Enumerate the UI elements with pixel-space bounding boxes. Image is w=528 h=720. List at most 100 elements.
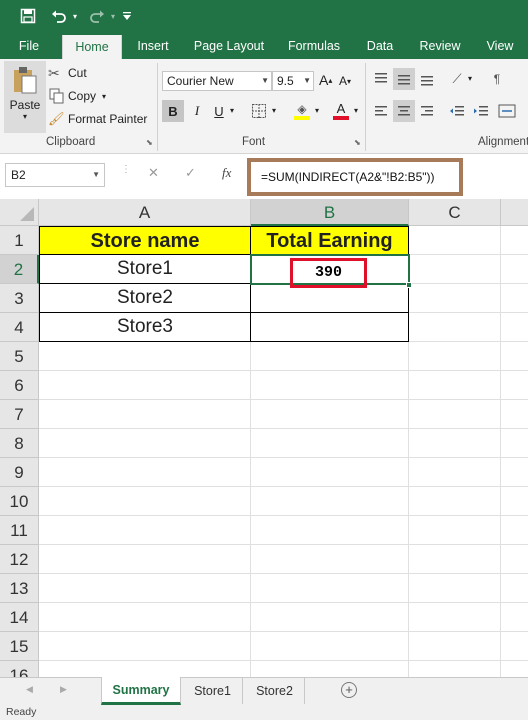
- empty-cell[interactable]: [251, 400, 409, 429]
- empty-cell[interactable]: [39, 400, 251, 429]
- underline-button[interactable]: U: [208, 100, 230, 122]
- row-header-15[interactable]: 15: [0, 632, 39, 661]
- empty-cell[interactable]: [409, 371, 501, 400]
- chevron-down-icon[interactable]: ▾: [315, 106, 319, 115]
- row-header-6[interactable]: 6: [0, 371, 39, 400]
- empty-cell[interactable]: [409, 255, 501, 284]
- chevron-down-icon[interactable]: ▾: [354, 106, 358, 115]
- row-header-12[interactable]: 12: [0, 545, 39, 574]
- tab-formulas[interactable]: Formulas: [282, 33, 346, 59]
- row-header-2[interactable]: 2: [0, 255, 39, 284]
- sheet-tab-store2[interactable]: Store2: [245, 678, 305, 704]
- fill-color-icon[interactable]: ◈: [291, 100, 313, 122]
- row-header-1[interactable]: 1: [0, 226, 39, 255]
- empty-cell[interactable]: [409, 632, 501, 661]
- empty-cell[interactable]: [251, 429, 409, 458]
- increase-font-icon[interactable]: A ▴: [319, 72, 332, 88]
- cell-a4[interactable]: Store3: [39, 313, 251, 342]
- cell-a2[interactable]: Store1: [39, 255, 251, 284]
- empty-cell[interactable]: [409, 284, 501, 313]
- empty-cell[interactable]: [251, 545, 409, 574]
- empty-cell[interactable]: [409, 487, 501, 516]
- empty-cell[interactable]: [501, 603, 528, 632]
- cell-b3[interactable]: [251, 284, 409, 313]
- empty-cell[interactable]: [39, 487, 251, 516]
- empty-cell[interactable]: [409, 429, 501, 458]
- empty-cell[interactable]: [501, 284, 528, 313]
- row-header-14[interactable]: 14: [0, 603, 39, 632]
- tab-insert[interactable]: Insert: [128, 33, 178, 59]
- borders-icon[interactable]: [248, 100, 270, 122]
- empty-cell[interactable]: [501, 371, 528, 400]
- align-right-icon[interactable]: [416, 100, 438, 122]
- increase-indent-icon[interactable]: [470, 100, 492, 122]
- empty-cell[interactable]: [501, 516, 528, 545]
- undo-icon[interactable]: [48, 4, 70, 28]
- select-all-corner[interactable]: [0, 199, 39, 226]
- enter-icon[interactable]: ✓: [185, 165, 196, 181]
- empty-cell[interactable]: [251, 661, 409, 677]
- font-color-icon[interactable]: A: [330, 100, 352, 122]
- column-header-d[interactable]: [501, 199, 528, 226]
- bold-button[interactable]: B: [162, 100, 184, 122]
- empty-cell[interactable]: [501, 574, 528, 603]
- row-header-16[interactable]: 16: [0, 661, 39, 677]
- row-header-7[interactable]: 7: [0, 400, 39, 429]
- tab-page-layout[interactable]: Page Layout: [188, 33, 270, 59]
- row-header-9[interactable]: 9: [0, 458, 39, 487]
- dialog-launcher-icon[interactable]: ⬊: [146, 138, 153, 147]
- redo-icon[interactable]: [86, 4, 108, 28]
- font-size-dropdown[interactable]: 9.5 ▼: [272, 71, 314, 91]
- empty-cell[interactable]: [39, 429, 251, 458]
- dialog-launcher-icon[interactable]: ⬊: [354, 138, 361, 147]
- save-icon[interactable]: [16, 4, 40, 28]
- orientation-icon[interactable]: ⟋: [446, 68, 468, 90]
- scroll-right-icon[interactable]: ▶: [60, 684, 67, 695]
- scroll-left-icon[interactable]: ◀: [26, 684, 33, 695]
- tab-home[interactable]: Home: [62, 35, 122, 59]
- cancel-icon[interactable]: ✕: [148, 165, 159, 181]
- cell-b1[interactable]: Total Earning: [251, 226, 409, 255]
- empty-cell[interactable]: [251, 342, 409, 371]
- add-sheet-icon[interactable]: +: [341, 682, 357, 698]
- formula-input[interactable]: =SUM(INDIRECT(A2&"!B2:B5")): [247, 158, 463, 196]
- empty-cell[interactable]: [409, 313, 501, 342]
- row-header-3[interactable]: 3: [0, 284, 39, 313]
- empty-cell[interactable]: [251, 574, 409, 603]
- align-top-icon[interactable]: [370, 68, 392, 90]
- empty-cell[interactable]: [501, 545, 528, 574]
- decrease-indent-icon[interactable]: [446, 100, 468, 122]
- customize-qat-icon[interactable]: [121, 4, 133, 28]
- empty-cell[interactable]: [409, 458, 501, 487]
- empty-cell[interactable]: [39, 342, 251, 371]
- empty-cell[interactable]: [251, 632, 409, 661]
- cell-a3[interactable]: Store2: [39, 284, 251, 313]
- fill-handle[interactable]: [406, 282, 412, 288]
- chevron-down-icon[interactable]: ▾: [230, 106, 234, 115]
- empty-cell[interactable]: [409, 516, 501, 545]
- empty-cell[interactable]: [251, 516, 409, 545]
- empty-cell[interactable]: [409, 545, 501, 574]
- name-box[interactable]: B2 ▼: [5, 163, 105, 187]
- empty-cell[interactable]: [501, 226, 528, 255]
- empty-cell[interactable]: [501, 458, 528, 487]
- empty-cell[interactable]: [251, 458, 409, 487]
- empty-cell[interactable]: [501, 487, 528, 516]
- empty-cell[interactable]: [39, 574, 251, 603]
- copy-button[interactable]: Copy ▾: [48, 87, 106, 105]
- empty-cell[interactable]: [409, 400, 501, 429]
- empty-cell[interactable]: [39, 545, 251, 574]
- row-header-4[interactable]: 4: [0, 313, 39, 342]
- empty-cell[interactable]: [39, 516, 251, 545]
- empty-cell[interactable]: [39, 603, 251, 632]
- empty-cell[interactable]: [501, 400, 528, 429]
- insert-function-icon[interactable]: fx: [222, 165, 231, 181]
- align-middle-icon[interactable]: [393, 68, 415, 90]
- paste-button[interactable]: Paste ▾: [4, 61, 46, 133]
- italic-button[interactable]: I: [186, 100, 208, 122]
- empty-cell[interactable]: [409, 574, 501, 603]
- empty-cell[interactable]: [501, 313, 528, 342]
- cut-button[interactable]: ✂ Cut: [48, 64, 87, 82]
- empty-cell[interactable]: [251, 487, 409, 516]
- cell-a1[interactable]: Store name: [39, 226, 251, 255]
